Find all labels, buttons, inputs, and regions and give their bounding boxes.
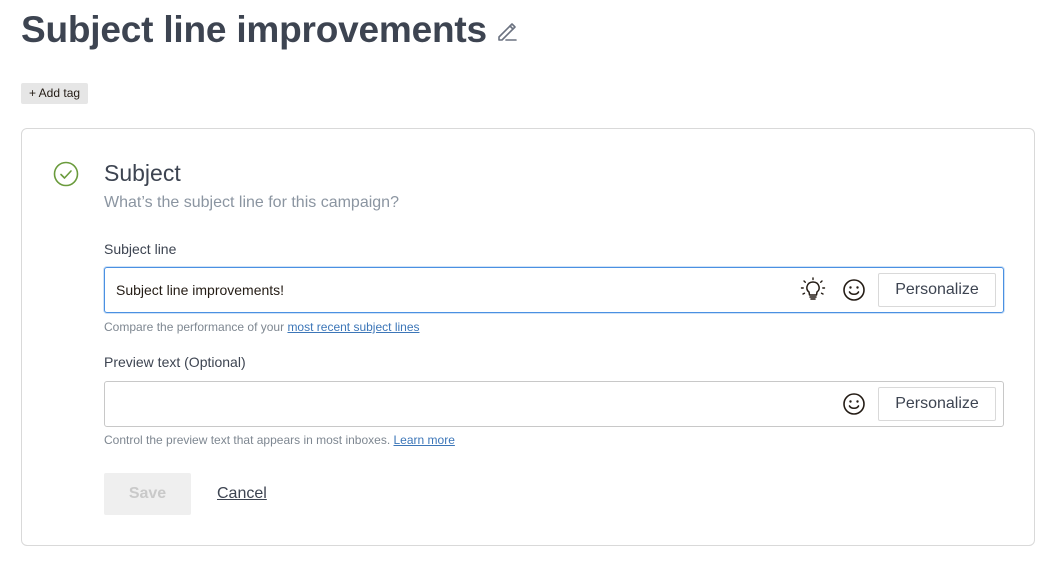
subject-line-input[interactable] [116,268,776,312]
preview-personalize-button[interactable]: Personalize [878,387,996,421]
subject-help-text: Compare the performance of your most rec… [104,320,420,334]
preview-help-text: Control the preview text that appears in… [104,433,455,447]
section-title: Subject [104,160,181,186]
save-button[interactable]: Save [104,473,191,515]
add-tag-button[interactable]: + Add tag [21,83,89,104]
cancel-link[interactable]: Cancel [217,484,267,504]
preview-text-field: Personalize [104,381,1004,427]
lightbulb-icon[interactable] [799,276,827,304]
learn-more-link[interactable]: Learn more [394,433,455,447]
smiley-icon[interactable] [840,390,868,418]
smiley-icon[interactable] [840,276,868,304]
page-title: Subject line improvements [21,9,487,50]
subject-card: Subject What’s the subject line for this… [21,128,1035,546]
check-circle-icon [53,161,79,187]
recent-subject-lines-link[interactable]: most recent subject lines [287,320,419,334]
section-subtitle: What’s the subject line for this campaig… [104,194,399,211]
subject-line-field: Personalize [104,267,1004,313]
preview-help-prefix: Control the preview text that appears in… [104,433,391,447]
preview-text-input[interactable] [116,382,776,426]
subject-personalize-button[interactable]: Personalize [878,273,996,307]
pencil-icon[interactable] [494,18,520,44]
subject-help-prefix: Compare the performance of your [104,320,285,334]
preview-text-label: Preview text (Optional) [104,354,246,370]
subject-line-label: Subject line [104,241,177,257]
